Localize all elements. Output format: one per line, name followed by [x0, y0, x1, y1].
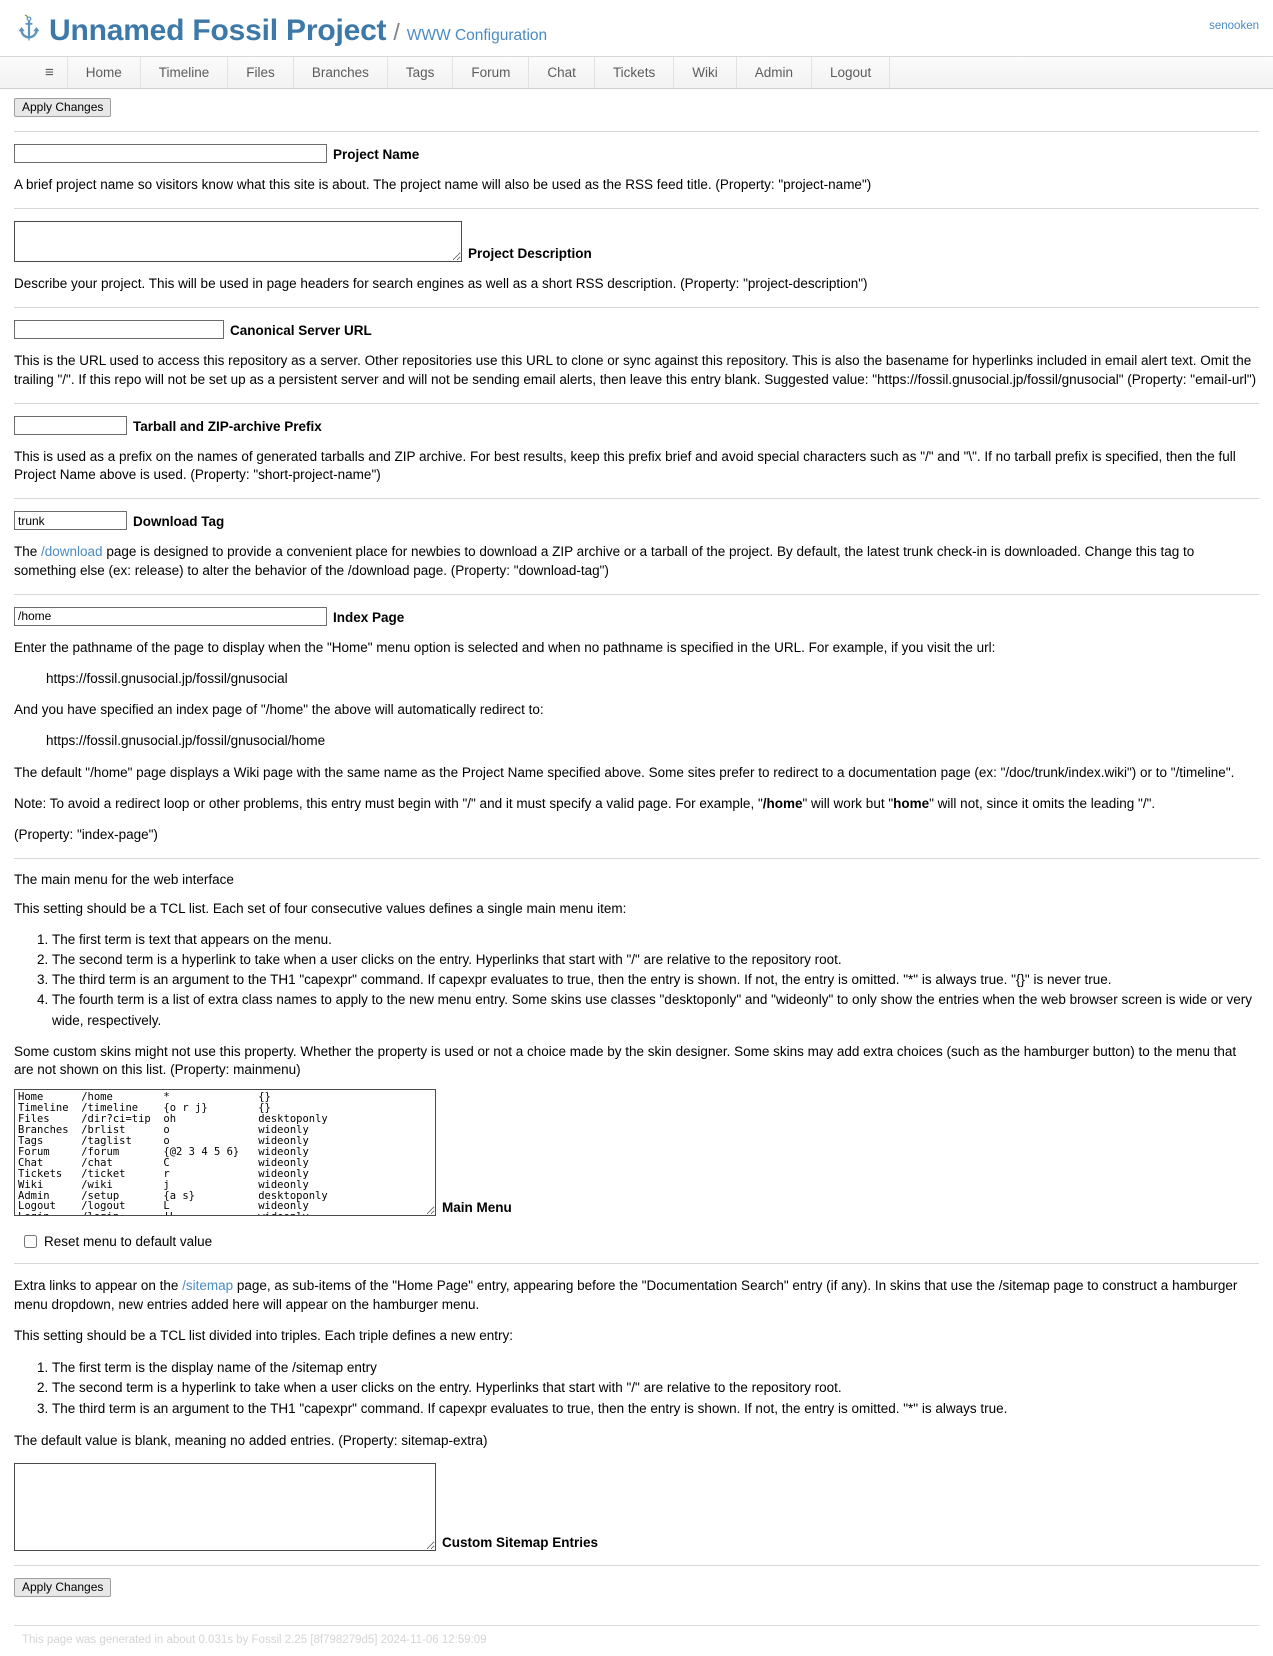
- list-item: The second term is a hyperlink to take w…: [52, 1378, 1259, 1398]
- index-page-example-url-2: https://fossil.gnusocial.jp/fossil/gnuso…: [46, 733, 326, 749]
- main-menu-row: Home /home * {} Timeline /timeline {o r …: [14, 1089, 1259, 1217]
- reset-menu-row: Reset menu to default value: [24, 1234, 1259, 1249]
- project-description-textarea[interactable]: [14, 221, 462, 263]
- page-footer: This page was generated in about 0.031s …: [14, 1625, 1259, 1656]
- divider: [14, 1565, 1259, 1567]
- main-menu-terms-list: The first term is text that appears on t…: [14, 930, 1259, 1031]
- download-page-link[interactable]: /download: [41, 544, 103, 559]
- index-page-help-2: And you have specified an index page of …: [14, 702, 544, 718]
- index-page-note-bold-2: home: [893, 795, 930, 811]
- fossil-anchor-icon: [16, 14, 42, 44]
- canonical-server-url-input[interactable]: [14, 320, 224, 340]
- list-item: The third term is an argument to the TH1…: [52, 970, 1259, 990]
- main-menu-tcl-note: This setting should be a TCL list. Each …: [14, 900, 627, 916]
- page-title: Unnamed Fossil Project: [49, 14, 387, 47]
- download-tag-help: The /download page is designed to provid…: [14, 543, 1259, 579]
- divider: [14, 1263, 1259, 1265]
- main-menu-textarea[interactable]: Home /home * {} Timeline /timeline {o r …: [14, 1089, 436, 1217]
- nav-item-timeline[interactable]: Timeline: [141, 57, 229, 88]
- sitemap-help: Extra links to appear on the /sitemap pa…: [14, 1277, 1259, 1313]
- project-name-input[interactable]: [14, 144, 327, 163]
- project-name-help: A brief project name so visitors know wh…: [14, 177, 872, 192]
- project-name-row: Project Name: [14, 144, 1259, 163]
- nav-item-logout[interactable]: Logout: [812, 57, 891, 88]
- nav-item-admin[interactable]: Admin: [737, 57, 812, 88]
- sitemap-page-link[interactable]: /sitemap: [182, 1278, 233, 1293]
- canonical-server-url-help: This is the URL used to access this repo…: [14, 353, 1257, 387]
- project-name-label: Project Name: [333, 147, 420, 162]
- logged-in-user-link[interactable]: senooken: [1209, 20, 1259, 32]
- nav-item-tags[interactable]: Tags: [388, 57, 454, 88]
- custom-sitemap-entries-label: Custom Sitemap Entries: [442, 1535, 599, 1551]
- list-item: The fourth term is a list of extra class…: [52, 990, 1259, 1031]
- download-tag-help-pre: The: [14, 544, 42, 560]
- download-tag-input[interactable]: [14, 511, 127, 531]
- reset-menu-checkbox[interactable]: [24, 1235, 37, 1249]
- nav-item-forum[interactable]: Forum: [453, 57, 530, 88]
- tarball-prefix-help: This is used as a prefix on the names of…: [14, 448, 1236, 483]
- apply-changes-button-bottom[interactable]: Apply Changes: [14, 1578, 112, 1598]
- main-navigation-bar: ≡ Home Timeline Files Branches Tags Foru…: [0, 56, 1273, 89]
- index-page-note-bold-1: /home: [762, 795, 803, 811]
- project-description-label: Project Description: [468, 246, 592, 262]
- apply-changes-button-top[interactable]: Apply Changes: [14, 98, 112, 117]
- sitemap-tcl-note: This setting should be a TCL list divide…: [14, 1327, 514, 1343]
- page-subtitle: WWW Configuration: [406, 27, 548, 44]
- divider: [14, 208, 1259, 210]
- divider: [14, 858, 1259, 860]
- main-menu-skins-note: Some custom skins might not use this pro…: [14, 1043, 1237, 1078]
- nav-item-tickets[interactable]: Tickets: [595, 57, 675, 88]
- sitemap-entries-row: Custom Sitemap Entries: [14, 1463, 1259, 1552]
- page-header: Unnamed Fossil Project / WWW Configurati…: [0, 0, 1273, 50]
- list-item: The second term is a hyperlink to take w…: [52, 950, 1259, 970]
- list-item: The third term is an argument to the TH1…: [52, 1399, 1259, 1419]
- divider: [14, 593, 1259, 595]
- index-page-note: Note: To avoid a redirect loop or other …: [14, 795, 1259, 813]
- index-page-property: (Property: "index-page"): [14, 827, 158, 843]
- tarball-prefix-label: Tarball and ZIP-archive Prefix: [133, 418, 322, 434]
- download-tag-label: Download Tag: [133, 514, 225, 530]
- main-menu-label: Main Menu: [442, 1200, 512, 1216]
- index-page-input[interactable]: [14, 606, 327, 626]
- project-description-row: Project Description: [14, 221, 1259, 263]
- index-page-example-url-1: https://fossil.gnusocial.jp/fossil/gnuso…: [46, 670, 288, 686]
- index-page-help-3: The default "/home" page displays a Wiki…: [14, 764, 1235, 780]
- tarball-prefix-row: Tarball and ZIP-archive Prefix: [14, 415, 1259, 435]
- nav-item-chat[interactable]: Chat: [529, 57, 595, 88]
- reset-menu-label[interactable]: Reset menu to default value: [44, 1234, 212, 1249]
- nav-item-files[interactable]: Files: [228, 57, 294, 88]
- canonical-server-url-row: Canonical Server URL: [14, 320, 1259, 340]
- download-tag-row: Download Tag: [14, 511, 1259, 531]
- divider: [14, 402, 1259, 404]
- download-tag-help-post: page is designed to provide a convenient…: [14, 544, 1195, 578]
- project-description-help: Describe your project. This will be used…: [14, 276, 868, 292]
- index-page-label: Index Page: [333, 609, 405, 625]
- title-separator: /: [393, 19, 400, 45]
- index-page-note-post: " will not, since it omits the leading "…: [929, 795, 1156, 811]
- index-page-note-mid: " will work but ": [802, 795, 894, 811]
- main-menu-intro: The main menu for the web interface: [14, 872, 234, 888]
- canonical-server-url-label: Canonical Server URL: [230, 323, 372, 339]
- title-row: Unnamed Fossil Project / WWW Configurati…: [0, 10, 1273, 46]
- sitemap-terms-list: The first term is the display name of th…: [14, 1358, 1259, 1419]
- list-item: The first term is text that appears on t…: [52, 930, 1259, 950]
- index-page-help-1: Enter the pathname of the page to displa…: [14, 639, 996, 655]
- sitemap-help-pre: Extra links to appear on the: [14, 1278, 183, 1294]
- nav-item-wiki[interactable]: Wiki: [674, 57, 737, 88]
- index-page-row: Index Page: [14, 606, 1259, 626]
- tarball-prefix-input[interactable]: [14, 415, 127, 435]
- divider: [14, 307, 1259, 309]
- sitemap-default-note: The default value is blank, meaning no a…: [14, 1432, 488, 1448]
- divider: [14, 131, 1259, 132]
- index-page-note-pre: Note: To avoid a redirect loop or other …: [14, 795, 763, 811]
- nav-item-branches[interactable]: Branches: [294, 57, 388, 88]
- configuration-form: Apply Changes Project Name A brief proje…: [0, 89, 1273, 1603]
- list-item: The first term is the display name of th…: [52, 1358, 1259, 1378]
- custom-sitemap-entries-textarea[interactable]: [14, 1463, 436, 1552]
- divider: [14, 498, 1259, 500]
- hamburger-menu-icon[interactable]: ≡: [32, 57, 68, 88]
- nav-item-home[interactable]: Home: [68, 57, 141, 88]
